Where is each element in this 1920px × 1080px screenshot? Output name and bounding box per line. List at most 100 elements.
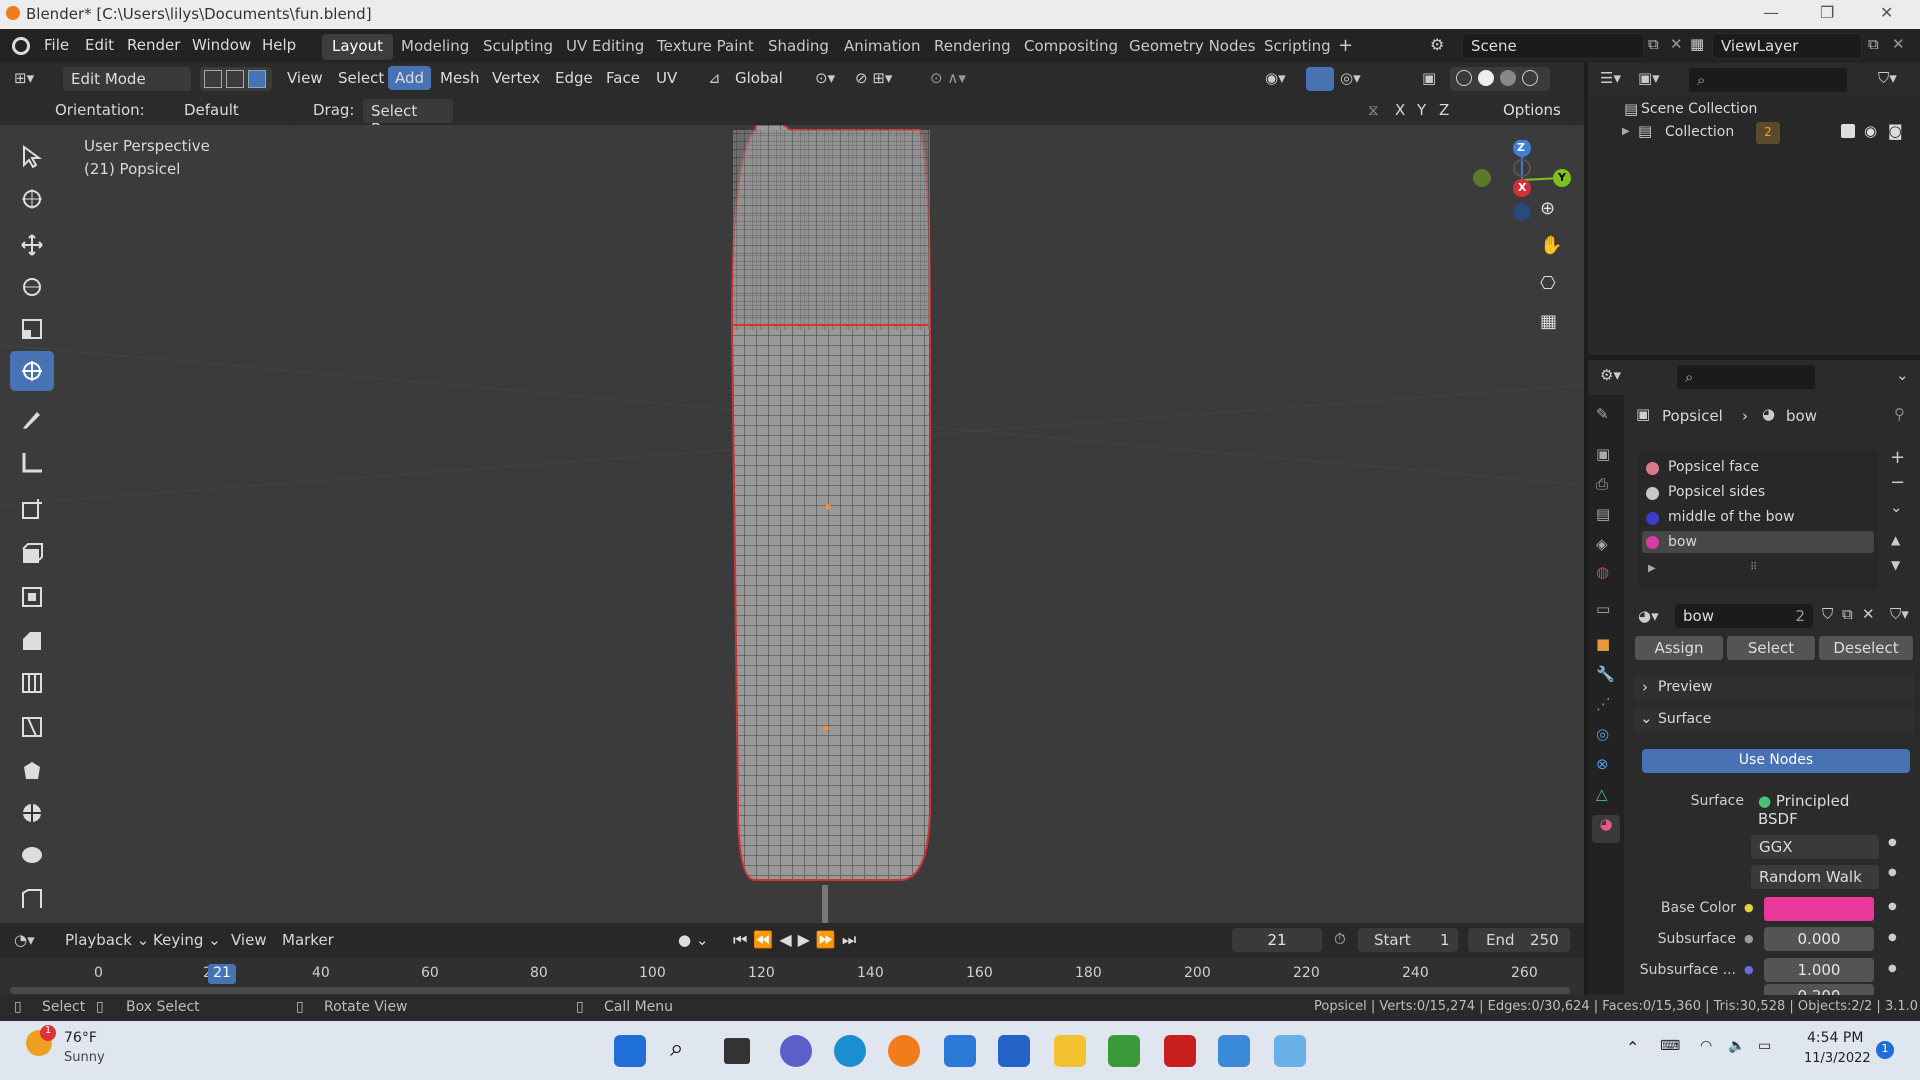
- navigation-gizmo[interactable]: Z Y X: [1470, 140, 1580, 240]
- mode-dropdown[interactable]: Edit Mode: [62, 66, 192, 92]
- ortho-toggle-icon[interactable]: ▦: [1540, 311, 1557, 332]
- tab-sculpting[interactable]: Sculpting: [473, 34, 563, 60]
- knife-tool-icon[interactable]: [10, 707, 54, 747]
- zoom-icon[interactable]: ⊕: [1540, 198, 1555, 219]
- tab-texture-paint[interactable]: Texture Paint: [647, 34, 764, 60]
- scene-copy-icon[interactable]: ⧉: [1648, 35, 1659, 53]
- face-mode-icon[interactable]: [248, 70, 266, 88]
- subsurface-radius-y-field[interactable]: 0.200: [1764, 984, 1874, 995]
- display-mode-icon[interactable]: ▣▾: [1638, 69, 1660, 87]
- material-tab-icon[interactable]: ◕: [1592, 815, 1620, 843]
- overlay-icon[interactable]: ◎▾: [1340, 69, 1361, 87]
- menu-view[interactable]: View: [287, 69, 323, 87]
- tab-shading[interactable]: Shading: [758, 34, 839, 60]
- menu-uv[interactable]: UV: [656, 69, 677, 87]
- blender-taskbar-icon[interactable]: [888, 1035, 920, 1067]
- collection-tab-icon[interactable]: ▭: [1596, 600, 1618, 622]
- exclude-checkbox[interactable]: [1841, 124, 1855, 138]
- rendered-shading-icon[interactable]: [1522, 70, 1538, 86]
- loop-cut-tool-icon[interactable]: [10, 663, 54, 703]
- collection-objects-badge[interactable]: 2: [1756, 122, 1780, 144]
- 3d-viewport[interactable]: User Perspective (21) Popsicel Z Y X ⊕ ✋…: [0, 125, 1584, 923]
- start-frame-field[interactable]: Start 1: [1358, 928, 1458, 952]
- preview-range-icon[interactable]: ⏱: [1334, 930, 1346, 948]
- visibility-icon[interactable]: ◉▾: [1265, 69, 1286, 87]
- proportional-edit-icon[interactable]: ⊙ ∧▾: [930, 69, 966, 87]
- pin-icon[interactable]: ⚲: [1894, 405, 1905, 423]
- view-layer-copy-icon[interactable]: ⧉: [1868, 35, 1879, 53]
- menu-mesh[interactable]: Mesh: [440, 69, 480, 87]
- chevron-up-icon[interactable]: ⌃: [1626, 1038, 1639, 1057]
- keyboard-icon[interactable]: ⌨: [1660, 1038, 1680, 1054]
- select-mode-buttons[interactable]: [200, 67, 272, 91]
- menu-window[interactable]: Window: [192, 36, 251, 54]
- cursor-tool-icon[interactable]: [10, 179, 54, 219]
- keyframe-dot-icon[interactable]: ●: [1888, 867, 1897, 878]
- use-nodes-button[interactable]: Use Nodes: [1642, 749, 1910, 773]
- mail-icon[interactable]: [944, 1035, 976, 1067]
- list-resize-handle[interactable]: ⠿: [1750, 562, 1757, 573]
- notification-badge[interactable]: 1: [1876, 1041, 1894, 1059]
- store-icon[interactable]: [998, 1035, 1030, 1067]
- subsurface-field[interactable]: 0.000: [1764, 927, 1874, 951]
- mcafee-icon[interactable]: [1164, 1035, 1196, 1067]
- search-icon[interactable]: ⌕: [670, 1034, 683, 1062]
- edge-slide-tool-icon[interactable]: [10, 879, 54, 919]
- list-item-selected[interactable]: bow: [1642, 531, 1874, 553]
- view-layer-tab-icon[interactable]: ▤: [1596, 505, 1618, 527]
- tab-rendering[interactable]: Rendering: [924, 34, 1021, 60]
- keyframe-dot-icon[interactable]: ●: [1888, 932, 1897, 943]
- current-frame-field[interactable]: 21: [1232, 928, 1322, 952]
- material-name-field[interactable]: bow 2: [1674, 603, 1814, 629]
- xray-icon[interactable]: ▣: [1422, 69, 1436, 87]
- auto-keying-icon[interactable]: ● ⌄: [678, 931, 708, 949]
- mirror-z-button[interactable]: Z: [1439, 101, 1449, 119]
- properties-type-icon[interactable]: ⚙▾: [1600, 366, 1621, 384]
- maximize-button[interactable]: ❐: [1820, 3, 1834, 22]
- battery-icon[interactable]: ▭: [1758, 1038, 1771, 1054]
- world-tab-icon[interactable]: ◍: [1596, 563, 1618, 585]
- menu-face[interactable]: Face: [606, 69, 640, 87]
- preview-panel-header[interactable]: › Preview: [1634, 675, 1914, 701]
- select-box-tool-icon[interactable]: [10, 137, 54, 177]
- timeline-type-icon[interactable]: ◔▾: [14, 931, 35, 949]
- menu-playback[interactable]: Playback ⌄: [65, 931, 149, 949]
- list-item[interactable]: Popsicel sides: [1638, 481, 1878, 503]
- scene-icon[interactable]: ⚙: [1430, 35, 1444, 54]
- start-windows-icon[interactable]: [614, 1035, 646, 1067]
- transform-orientation-icon[interactable]: ⊿: [708, 69, 721, 87]
- outliner-type-icon[interactable]: ☰▾: [1600, 69, 1621, 87]
- menu-edit[interactable]: Edit: [85, 36, 114, 54]
- vertex-mode-icon[interactable]: [204, 70, 222, 88]
- browse-material-icon[interactable]: ◕▾: [1638, 607, 1659, 625]
- list-expand-icon[interactable]: ▶: [1648, 563, 1656, 574]
- tab-geometry-nodes[interactable]: Geometry Nodes: [1119, 34, 1266, 60]
- scale-tool-icon[interactable]: [10, 309, 54, 349]
- clock-time[interactable]: 4:54 PM: [1807, 1030, 1863, 1046]
- wifi-icon[interactable]: ◠: [1700, 1038, 1712, 1054]
- task-view-icon[interactable]: [724, 1038, 750, 1064]
- camera-view-icon[interactable]: ⎔: [1540, 273, 1556, 294]
- scene-remove-icon[interactable]: ✕: [1670, 35, 1683, 53]
- modifiers-tab-icon[interactable]: 🔧: [1596, 665, 1618, 687]
- view-layer-field[interactable]: ViewLayer: [1712, 33, 1862, 59]
- snap-icon[interactable]: ⊘ ⊞▾: [855, 69, 892, 87]
- measure-tool-icon[interactable]: [10, 443, 54, 483]
- subsurface-radius-field[interactable]: 1.000: [1764, 958, 1874, 982]
- bevel-tool-icon[interactable]: [10, 621, 54, 661]
- tab-scripting[interactable]: Scripting: [1254, 34, 1341, 60]
- render-tab-icon[interactable]: ▣: [1596, 445, 1618, 467]
- properties-search-input[interactable]: ⌕: [1676, 364, 1816, 390]
- material-filter-icon[interactable]: ⛉▾: [1890, 605, 1909, 623]
- move-down-icon[interactable]: ▼: [1891, 558, 1900, 572]
- object-tab-icon[interactable]: ■: [1596, 635, 1618, 657]
- collection-label[interactable]: Collection: [1665, 124, 1734, 140]
- subsurface-method-dropdown[interactable]: Random Walk: [1750, 864, 1880, 890]
- minimize-button[interactable]: —: [1763, 3, 1779, 22]
- tool-tab-icon[interactable]: ✎: [1596, 405, 1618, 427]
- physics-tab-icon[interactable]: ◎: [1596, 725, 1618, 747]
- menu-add[interactable]: Add: [388, 66, 432, 90]
- remove-slot-icon[interactable]: −: [1890, 472, 1905, 493]
- drag-dropdown[interactable]: Select Box: [362, 98, 454, 138]
- timeline-scrollbar[interactable]: [10, 987, 1570, 994]
